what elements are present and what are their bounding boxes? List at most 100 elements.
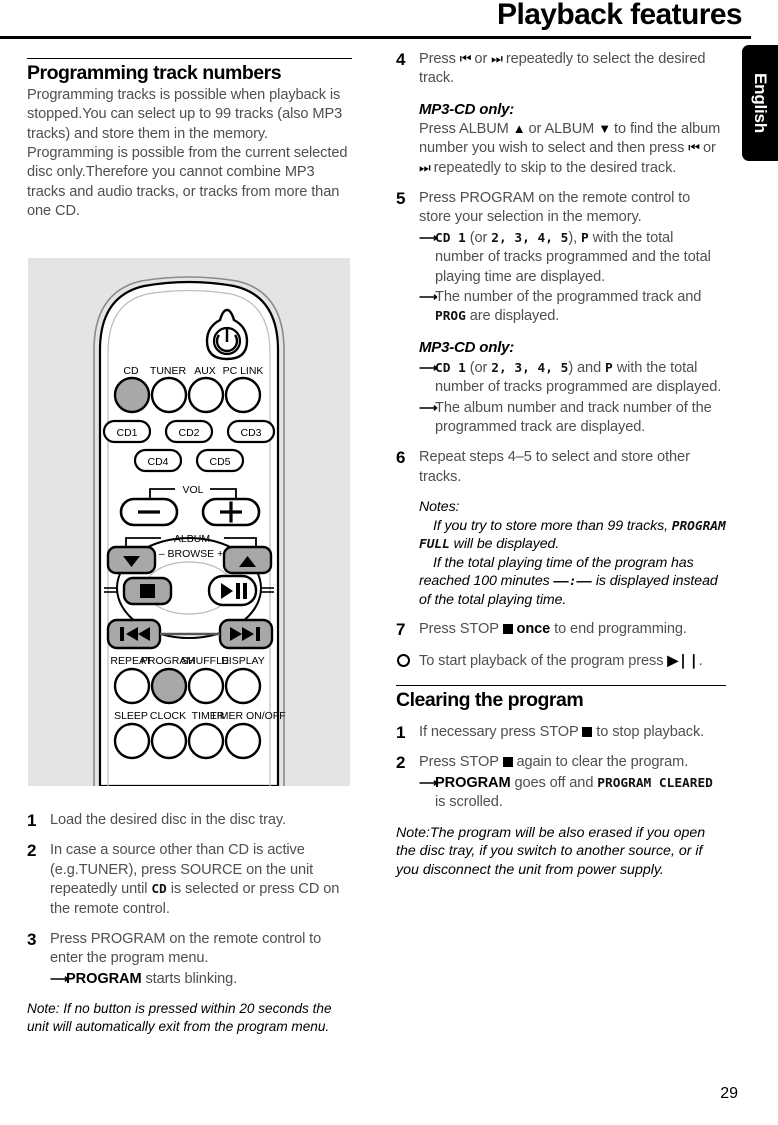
step-number: 2	[27, 841, 37, 861]
step-text-a: Press	[419, 51, 460, 67]
arrow-icon: ⟶	[419, 774, 438, 790]
clearing-section: Clearing the program 1 If necessary pres…	[396, 685, 726, 879]
previous-track-icon: ⏮	[459, 51, 472, 66]
source-button-cd[interactable]	[113, 376, 151, 414]
step-1: 1 Load the desired disc in the disc tray…	[27, 811, 357, 830]
album-down-button[interactable]	[106, 545, 157, 575]
step-6: 6 Repeat steps 4–5 to select and store o…	[396, 448, 726, 609]
album-up-button[interactable]	[222, 545, 273, 575]
step-text-b: .	[698, 652, 703, 669]
album-up-icon: ▲	[512, 120, 526, 136]
step-number: 1	[396, 723, 406, 743]
function-label-sleep: SLEEP	[114, 710, 148, 722]
arrow-icon: ⟶	[419, 229, 438, 245]
source-button-aux[interactable]	[187, 376, 225, 414]
remote-control-diagram: CD TUNER AUX PC LINK CD1 CD2 CD3 CD4 CD5…	[28, 258, 350, 786]
emphasis-once: once	[516, 621, 551, 638]
lcd-readout-p: P	[581, 230, 589, 246]
left-column-steps: 1 Load the desired disc in the disc tray…	[27, 800, 357, 1036]
result-rest: is scrolled.	[435, 794, 503, 811]
indicator-program: PROGRAM	[435, 774, 511, 791]
notes-label: Notes:	[419, 499, 460, 516]
disc-label-cd3: CD3	[240, 427, 261, 439]
section-title-clearing: Clearing the program	[396, 689, 584, 712]
step-text: Load the desired disc in the disc tray.	[50, 812, 286, 828]
disc-label-cd2: CD2	[178, 427, 199, 439]
stop-button[interactable]	[122, 576, 173, 606]
step-6-notes: Notes: If you try to store more than 99 …	[419, 498, 726, 609]
remote-control-illustration: CD TUNER AUX PC LINK CD1 CD2 CD3 CD4 CD5…	[93, 276, 286, 786]
manual-page: Playback features English Programming tr…	[0, 0, 778, 1125]
step-number: 6	[396, 448, 406, 468]
step-5-result-1: ⟶ CD 1 (or 2, 3, 4, 5), P with the total…	[419, 229, 726, 287]
source-label-pclink: PC LINK	[223, 365, 264, 377]
result-mid: (or	[465, 229, 492, 246]
open-bullet-icon	[397, 653, 410, 667]
step-number: 5	[396, 188, 406, 208]
function-button-sleep[interactable]	[113, 722, 151, 760]
step-text-b: to stop playback.	[592, 724, 705, 741]
mp3-cd-only-heading-2: MP3-CD only:	[419, 338, 515, 356]
step-5-mp3-result-1: ⟶ CD 1 (or 2, 3, 4, 5) and P with the to…	[419, 359, 726, 398]
mp3-text-a: Press ALBUM	[419, 120, 513, 137]
note-1-b: will be displayed.	[449, 536, 560, 553]
function-button-timer-onoff[interactable]	[224, 722, 262, 760]
function-button-program[interactable]	[150, 667, 188, 705]
volume-minus-button[interactable]	[119, 497, 179, 527]
volume-label: VOL	[182, 484, 203, 496]
section-title-programming: Programming track numbers	[27, 62, 282, 84]
step-text-a: Press STOP	[419, 754, 503, 771]
play-pause-button[interactable]	[207, 574, 258, 607]
page-title: Playback features	[497, 0, 743, 31]
step-3: 3 Press PROGRAM on the remote control to…	[27, 930, 357, 989]
stop-icon	[582, 727, 593, 738]
volume-plus-button[interactable]	[201, 497, 261, 527]
function-button-clock[interactable]	[150, 722, 188, 760]
step-5-result-2: ⟶ The number of the programmed track and…	[419, 288, 726, 327]
function-button-repeat[interactable]	[113, 667, 151, 705]
play-pause-icon: ▶❘❘	[667, 651, 699, 668]
step-text-b: again to clear the program.	[512, 754, 689, 771]
step-text-a: To start playback of the program press	[419, 652, 668, 669]
function-labels-row-2: SLEEP CLOCK TIMER TIMER ON/OFF	[114, 710, 286, 722]
step-start-playback: To start playback of the program press ▶…	[396, 651, 726, 671]
left-column-note: Note: If no button is pressed within 20 …	[27, 1001, 332, 1034]
function-button-display[interactable]	[224, 667, 262, 705]
arrow-icon: ⟶	[419, 359, 438, 375]
source-button-pclink[interactable]	[224, 376, 262, 414]
source-label-cd: CD	[123, 365, 139, 377]
disc-buttons-row-1[interactable]: CD1 CD2 CD3	[102, 419, 276, 444]
note-1-a: If you try to store more than 99 tracks,	[433, 517, 672, 534]
source-label-aux: AUX	[194, 365, 216, 377]
clearing-step-2: 2 Press STOP again to clear the program.…	[396, 753, 726, 812]
source-button-tuner[interactable]	[150, 376, 188, 414]
function-button-shuffle[interactable]	[187, 667, 225, 705]
mp3-text-e: repeatedly to skip to the desired track.	[429, 159, 677, 176]
next-track-button[interactable]	[218, 618, 274, 650]
step-text-b: or	[470, 51, 492, 67]
clearing-step-2-result: ⟶ PROGRAM goes off and PROGRAM CLEARED i…	[419, 774, 726, 813]
lcd-readout-disc-numbers: 2, 3, 4, 5	[491, 360, 569, 376]
previous-track-icon: ⏮	[688, 140, 700, 156]
disc-label-cd1: CD1	[116, 427, 137, 439]
arrow-icon: ⟶	[419, 399, 438, 415]
function-button-timer[interactable]	[187, 722, 225, 760]
lcd-readout-cd1: CD 1	[435, 360, 466, 376]
left-column: Programming track numbers Programming tr…	[27, 58, 352, 222]
next-track-icon: ⏭	[491, 51, 503, 66]
lcd-readout-p: P	[605, 360, 613, 376]
step-5: 5 Press PROGRAM on the remote control to…	[396, 189, 726, 437]
step-number: 4	[396, 50, 406, 69]
step-7: 7 Press STOP once to end programming.	[396, 620, 726, 639]
function-labels-row-1: REPEAT PROGRAM SHUFFLE DISPLAY	[110, 655, 264, 667]
step-text: Press PROGRAM on the remote control to e…	[50, 931, 322, 967]
indicator-program: PROGRAM	[66, 970, 142, 987]
section-divider	[27, 58, 352, 59]
lcd-readout-program-cleared: PROGRAM CLEARED	[597, 775, 713, 791]
step-text: Repeat steps 4–5 to select and store oth…	[419, 449, 690, 485]
disc-label-cd5: CD5	[209, 456, 230, 468]
page-number: 29	[720, 1085, 738, 1102]
result-mid: goes off and	[510, 774, 598, 791]
previous-track-button[interactable]	[106, 618, 162, 650]
step-4-mp3-body: Press ALBUM ▲ or ALBUM ▼ to find the alb…	[419, 120, 726, 178]
